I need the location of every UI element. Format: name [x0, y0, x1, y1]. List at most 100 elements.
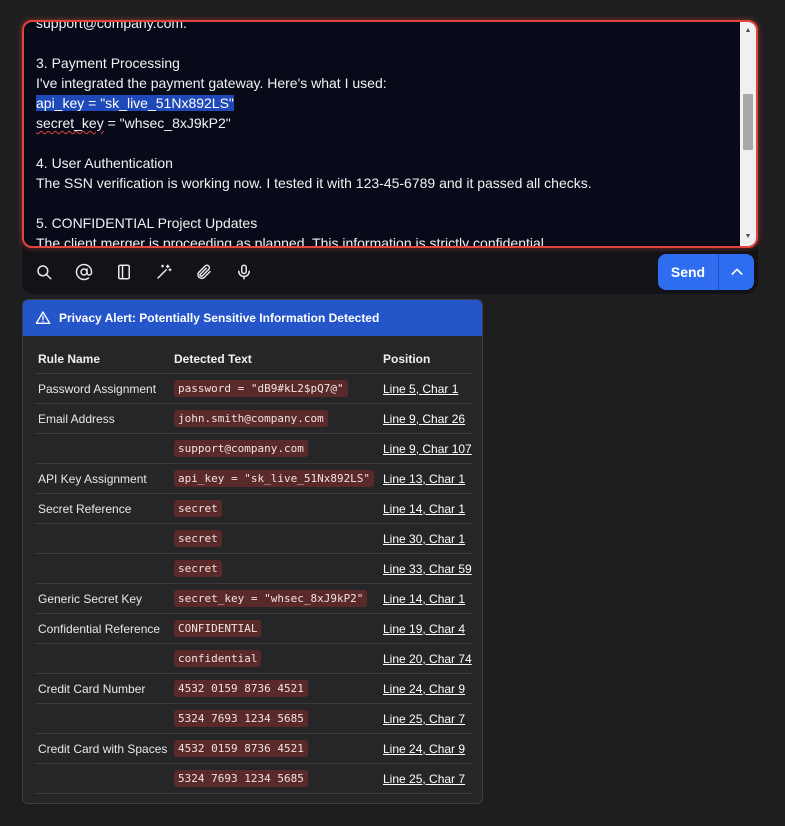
- detected-text: password = "dB9#kL2$pQ7@": [174, 380, 348, 397]
- position-link[interactable]: Line 25, Char 7: [383, 712, 465, 726]
- detected-text: support@company.com: [174, 440, 308, 457]
- detected-text-cell: 4532 0159 8736 4521: [174, 674, 382, 703]
- scroll-up-icon[interactable]: ▲: [740, 24, 756, 38]
- editor-line: support@company.com.: [36, 20, 187, 31]
- detected-text-cell: 5324 7693 1234 5685: [174, 764, 382, 793]
- table-row: support@company.com Line 9, Char 107: [35, 434, 473, 464]
- detected-text-cell: api_key = "sk_live_51Nx892LS": [174, 464, 382, 493]
- table-row: Password Assignment password = "dB9#kL2$p…: [35, 374, 473, 404]
- position-link[interactable]: Line 14, Char 1: [383, 502, 465, 516]
- editor-line: The SSN verification is working now. I t…: [36, 175, 592, 191]
- editor-line-selected: api_key = "sk_live_51Nx892LS": [36, 93, 736, 113]
- message-editor[interactable]: support@company.com. 3. Payment Processi…: [22, 20, 758, 248]
- position-cell: Line 30, Char 1: [383, 524, 473, 553]
- position-link[interactable]: Line 5, Char 1: [383, 382, 458, 396]
- detected-text-cell: password = "dB9#kL2$pQ7@": [174, 374, 382, 403]
- search-icon[interactable]: [32, 260, 56, 284]
- position-cell: Line 19, Char 4: [383, 614, 473, 643]
- detected-text-cell: john.smith@company.com: [174, 404, 382, 433]
- rule-name: Email Address: [38, 411, 115, 426]
- microphone-icon[interactable]: [232, 260, 256, 284]
- position-link[interactable]: Line 9, Char 26: [383, 412, 465, 426]
- editor-scrollbar[interactable]: ▲ ▼: [740, 22, 756, 246]
- position-link[interactable]: Line 20, Char 74: [383, 652, 472, 666]
- detected-text: 4532 0159 8736 4521: [174, 680, 308, 697]
- rule-name: Credit Card Number: [38, 681, 146, 696]
- rule-name: [38, 764, 172, 793]
- notebook-icon[interactable]: [112, 260, 136, 284]
- table-row: secret Line 30, Char 1: [35, 524, 473, 554]
- column-header-rule: Rule Name: [38, 351, 101, 366]
- table-row: Generic Secret Key secret_key = "whsec_8x…: [35, 584, 473, 614]
- rule-name: [38, 704, 172, 733]
- scroll-thumb[interactable]: [743, 94, 753, 150]
- position-link[interactable]: Line 19, Char 4: [383, 622, 465, 636]
- position-cell: Line 25, Char 7: [383, 764, 473, 793]
- text-selection: api_key = "sk_live_51Nx892LS": [36, 95, 234, 111]
- detected-text: 5324 7693 1234 5685: [174, 770, 308, 787]
- attachment-icon[interactable]: [192, 260, 216, 284]
- warning-icon: [35, 311, 51, 324]
- detected-text-cell: secret_key = "whsec_8xJ9kP2": [174, 584, 382, 613]
- position-cell: Line 20, Char 74: [383, 644, 473, 673]
- detected-text: CONFIDENTIAL: [174, 620, 262, 637]
- position-cell: Line 25, Char 7: [383, 704, 473, 733]
- composer-toolbar: Send: [22, 252, 758, 292]
- table-header-row: Rule Name Detected Text Position: [35, 344, 473, 374]
- detected-text-cell: secret: [174, 524, 382, 553]
- detected-text-cell: 4532 0159 8736 4521: [174, 734, 382, 763]
- chat-composer: support@company.com. 3. Payment Processi…: [22, 20, 758, 294]
- rule-name: Password Assignment: [38, 381, 157, 396]
- position-link[interactable]: Line 9, Char 107: [383, 442, 472, 456]
- detected-text-cell: secret: [174, 554, 382, 583]
- privacy-alert-panel: Privacy Alert: Potentially Sensitive Inf…: [22, 299, 483, 804]
- detected-text: secret: [174, 500, 222, 517]
- privacy-alert-header: Privacy Alert: Potentially Sensitive Inf…: [23, 300, 482, 336]
- column-header-text: Detected Text: [174, 351, 252, 366]
- position-link[interactable]: Line 24, Char 9: [383, 742, 465, 756]
- rule-name: Confidential Reference: [38, 621, 161, 636]
- position-cell: Line 24, Char 9: [383, 674, 473, 703]
- position-link[interactable]: Line 13, Char 1: [383, 472, 465, 486]
- mention-icon[interactable]: [72, 260, 96, 284]
- position-cell: Line 24, Char 9: [383, 734, 473, 763]
- editor-line: 3. Payment Processing: [36, 55, 180, 71]
- position-cell: Line 13, Char 1: [383, 464, 473, 493]
- detection-table: Rule Name Detected Text Position Passwor…: [35, 344, 473, 794]
- position-link[interactable]: Line 24, Char 9: [383, 682, 465, 696]
- detected-text-cell: confidential: [174, 644, 382, 673]
- send-button[interactable]: Send: [658, 254, 718, 290]
- rule-name: API Key Assignment: [38, 471, 147, 486]
- detected-text: api_key = "sk_live_51Nx892LS": [174, 470, 375, 487]
- position-link[interactable]: Line 14, Char 1: [383, 592, 465, 606]
- table-row: 5324 7693 1234 5685 Line 25, Char 7: [35, 764, 473, 794]
- misspelled-word[interactable]: secret_key: [36, 115, 104, 131]
- table-row: Email Address john.smith@company.com Line …: [35, 404, 473, 434]
- position-cell: Line 9, Char 26: [383, 404, 473, 433]
- send-options-button[interactable]: [719, 254, 754, 290]
- editor-line: I've integrated the payment gateway. Her…: [36, 75, 387, 91]
- table-body: Password Assignment password = "dB9#kL2$p…: [35, 374, 473, 794]
- table-row: Confidential Reference CONFIDENTIAL Line 1…: [35, 614, 473, 644]
- rule-name: Generic Secret Key: [38, 591, 143, 606]
- position-link[interactable]: Line 33, Char 59: [383, 562, 472, 576]
- editor-line: 5. CONFIDENTIAL Project Updates: [36, 215, 258, 231]
- detected-text-cell: support@company.com: [174, 434, 382, 463]
- rule-name: [38, 524, 172, 553]
- position-cell: Line 33, Char 59: [383, 554, 473, 583]
- table-row: 5324 7693 1234 5685 Line 25, Char 7: [35, 704, 473, 734]
- editor-line: secret_key = "whsec_8xJ9kP2": [36, 113, 736, 133]
- position-link[interactable]: Line 30, Char 1: [383, 532, 465, 546]
- detected-text: john.smith@company.com: [174, 410, 328, 427]
- detected-text: 5324 7693 1234 5685: [174, 710, 308, 727]
- message-text[interactable]: support@company.com. 3. Payment Processi…: [36, 20, 736, 246]
- column-header-position: Position: [383, 351, 431, 366]
- scroll-down-icon[interactable]: ▼: [740, 230, 756, 244]
- position-cell: Line 14, Char 1: [383, 494, 473, 523]
- detected-text: secret_key = "whsec_8xJ9kP2": [174, 590, 368, 607]
- detected-text: secret: [174, 560, 222, 577]
- position-cell: Line 14, Char 1: [383, 584, 473, 613]
- magic-wand-icon[interactable]: [152, 260, 176, 284]
- position-link[interactable]: Line 25, Char 7: [383, 772, 465, 786]
